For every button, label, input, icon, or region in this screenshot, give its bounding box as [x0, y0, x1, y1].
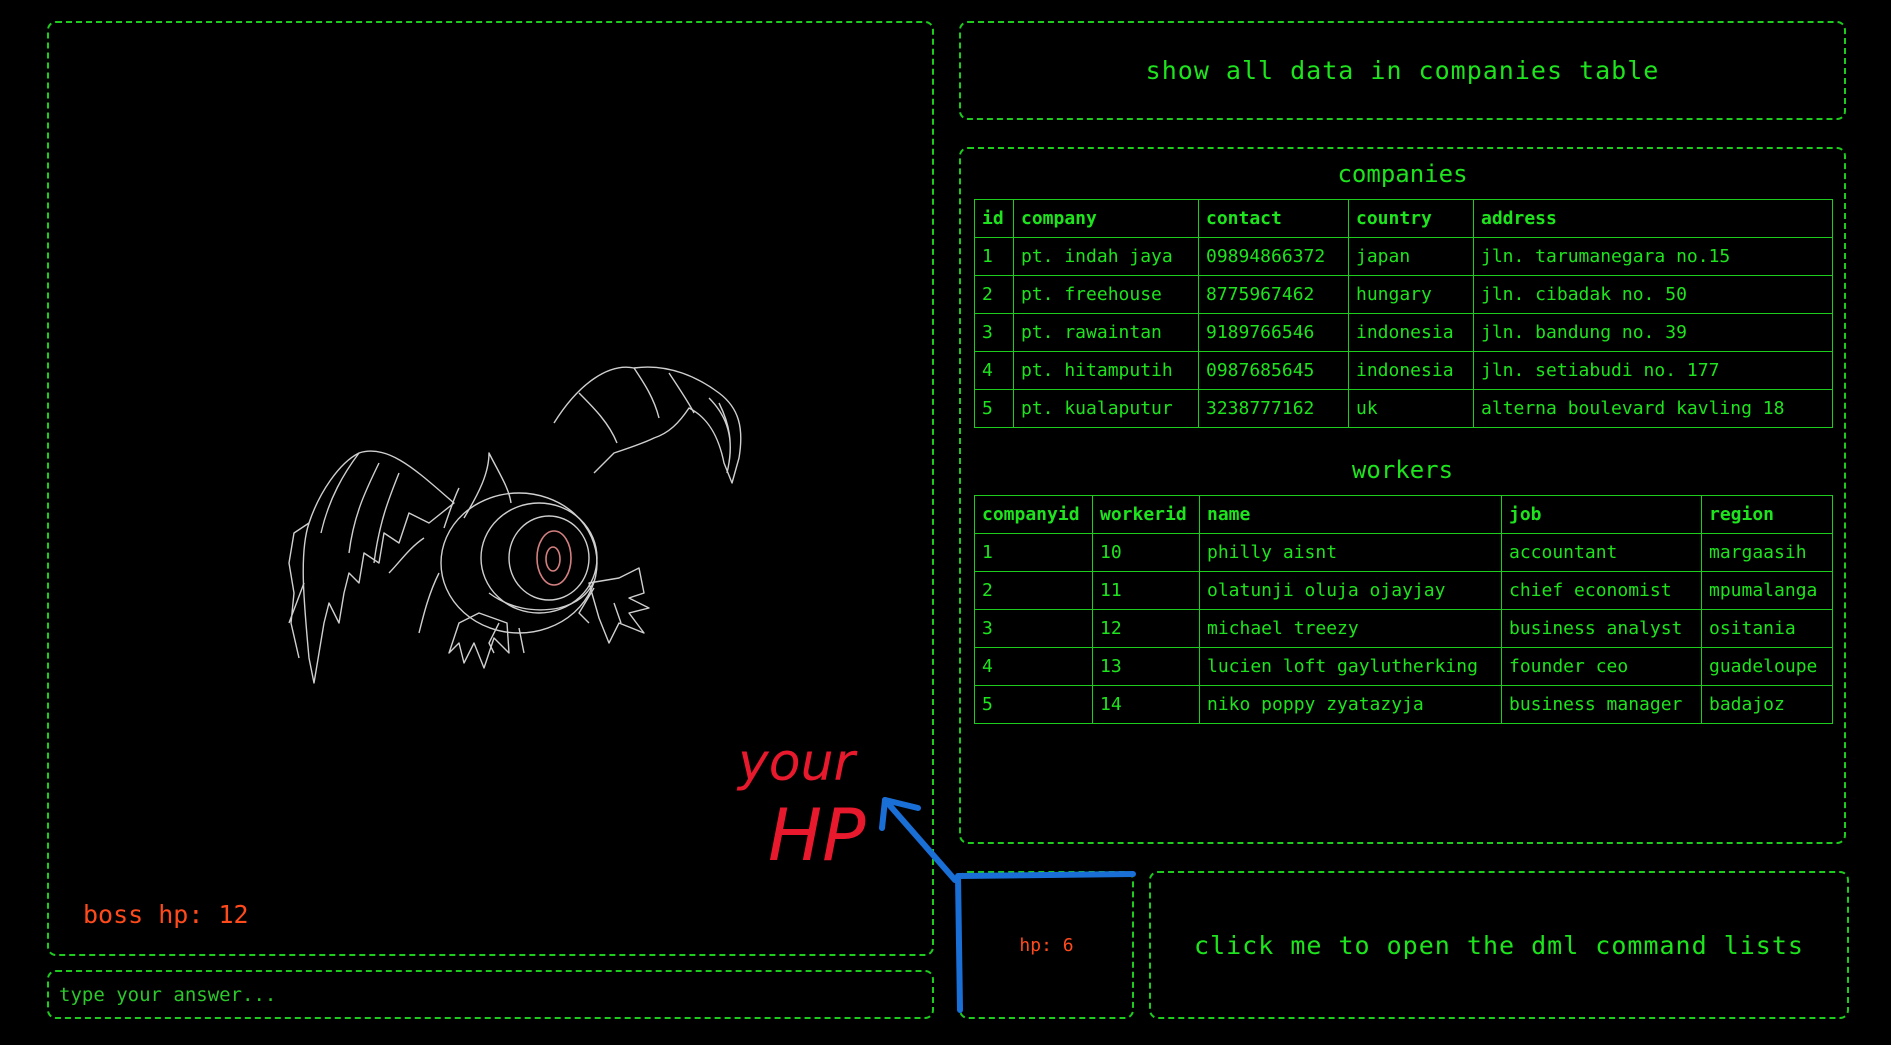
table-cell: mpumalanga	[1701, 571, 1833, 610]
table-cell: founder ceo	[1501, 647, 1702, 686]
table-cell: indonesia	[1348, 313, 1474, 352]
table-cell: indonesia	[1348, 351, 1474, 390]
table-cell: 5	[974, 685, 1093, 724]
question-panel: show all data in companies table	[959, 21, 1846, 120]
companies-table-title: companies	[1337, 160, 1468, 188]
player-hp-box: hp: 6	[959, 871, 1134, 1019]
table-cell: business manager	[1501, 685, 1702, 724]
table-cell: pt. freehouse	[1013, 275, 1199, 314]
table-cell: hungary	[1348, 275, 1474, 314]
table-cell: japan	[1348, 237, 1474, 276]
table-cell: 3	[974, 313, 1014, 352]
table-header-row: id company contact country address	[974, 199, 1833, 238]
table-cell: 11	[1092, 571, 1200, 610]
table-row: 5 14 niko poppy zyatazyja business manag…	[974, 685, 1833, 724]
table-row: 1 10 philly aisnt accountant margaasih	[974, 533, 1833, 572]
column-header: region	[1701, 495, 1833, 534]
column-header: company	[1013, 199, 1199, 238]
table-cell: philly aisnt	[1199, 533, 1502, 572]
column-header: address	[1473, 199, 1833, 238]
table-row: 2 11 olatunji oluja ojayjay chief econom…	[974, 571, 1833, 610]
table-cell: chief economist	[1501, 571, 1702, 610]
column-header: job	[1501, 495, 1702, 534]
column-header: country	[1348, 199, 1474, 238]
table-cell: 14	[1092, 685, 1200, 724]
table-cell: guadeloupe	[1701, 647, 1833, 686]
table-cell: 1	[974, 237, 1014, 276]
table-cell: pt. indah jaya	[1013, 237, 1199, 276]
column-header: workerid	[1092, 495, 1200, 534]
companies-table: id company contact country address 1 pt.…	[974, 199, 1833, 428]
boss-hp-label: boss hp: 12	[83, 900, 249, 929]
table-cell: 4	[974, 351, 1014, 390]
table-cell: ositania	[1701, 609, 1833, 648]
table-row: 1 pt. indah jaya 09894866372 japan jln. …	[974, 237, 1833, 276]
table-cell: lucien loft gaylutherking	[1199, 647, 1502, 686]
table-cell: 10	[1092, 533, 1200, 572]
table-row: 3 pt. rawaintan 9189766546 indonesia jln…	[974, 313, 1833, 352]
table-cell: jln. bandung no. 39	[1473, 313, 1833, 352]
table-cell: badajoz	[1701, 685, 1833, 724]
answer-input[interactable]	[49, 972, 932, 1017]
table-cell: jln. tarumanegara no.15	[1473, 237, 1833, 276]
table-cell: pt. rawaintan	[1013, 313, 1199, 352]
table-cell: 2	[974, 571, 1093, 610]
table-cell: pt. hitamputih	[1013, 351, 1199, 390]
table-cell: uk	[1348, 389, 1474, 428]
table-row: 3 12 michael treezy business analyst osi…	[974, 609, 1833, 648]
player-hp-label: hp: 6	[1019, 934, 1074, 956]
table-header-row: companyid workerid name job region	[974, 495, 1833, 534]
table-cell: 0987685645	[1198, 351, 1349, 390]
column-header: companyid	[974, 495, 1093, 534]
question-text: show all data in companies table	[1145, 56, 1660, 85]
column-header: contact	[1198, 199, 1349, 238]
table-cell: 4	[974, 647, 1093, 686]
workers-table: companyid workerid name job region 1 10 …	[974, 495, 1833, 724]
column-header: name	[1199, 495, 1502, 534]
tables-panel: companies id company contact country add…	[959, 147, 1846, 844]
table-cell: accountant	[1501, 533, 1702, 572]
table-row: 4 pt. hitamputih 0987685645 indonesia jl…	[974, 351, 1833, 390]
table-cell: michael treezy	[1199, 609, 1502, 648]
table-cell: olatunji oluja ojayjay	[1199, 571, 1502, 610]
table-row: 2 pt. freehouse 8775967462 hungary jln. …	[974, 275, 1833, 314]
table-cell: pt. kualaputur	[1013, 389, 1199, 428]
table-cell: 2	[974, 275, 1014, 314]
column-header: id	[974, 199, 1014, 238]
boss-battle-panel: boss hp: 12	[47, 21, 934, 956]
table-cell: alterna boulevard kavling 18	[1473, 389, 1833, 428]
table-row: 4 13 lucien loft gaylutherking founder c…	[974, 647, 1833, 686]
table-cell: 12	[1092, 609, 1200, 648]
table-cell: business analyst	[1501, 609, 1702, 648]
table-cell: 3238777162	[1198, 389, 1349, 428]
table-cell: 1	[974, 533, 1093, 572]
table-cell: 13	[1092, 647, 1200, 686]
table-cell: 5	[974, 389, 1014, 428]
table-cell: 09894866372	[1198, 237, 1349, 276]
table-cell: margaasih	[1701, 533, 1833, 572]
dml-button-label: click me to open the dml command lists	[1194, 930, 1804, 960]
answer-input-box[interactable]	[47, 970, 934, 1019]
table-cell: jln. cibadak no. 50	[1473, 275, 1833, 314]
table-cell: 8775967462	[1198, 275, 1349, 314]
table-cell: jln. setiabudi no. 177	[1473, 351, 1833, 390]
table-cell: 9189766546	[1198, 313, 1349, 352]
table-cell: niko poppy zyatazyja	[1199, 685, 1502, 724]
workers-table-title: workers	[1351, 456, 1454, 484]
boss-monster-sketch	[288, 366, 742, 684]
table-cell: 3	[974, 609, 1093, 648]
dml-command-list-button[interactable]: click me to open the dml command lists	[1149, 871, 1849, 1019]
table-row: 5 pt. kualaputur 3238777162 uk alterna b…	[974, 389, 1833, 428]
